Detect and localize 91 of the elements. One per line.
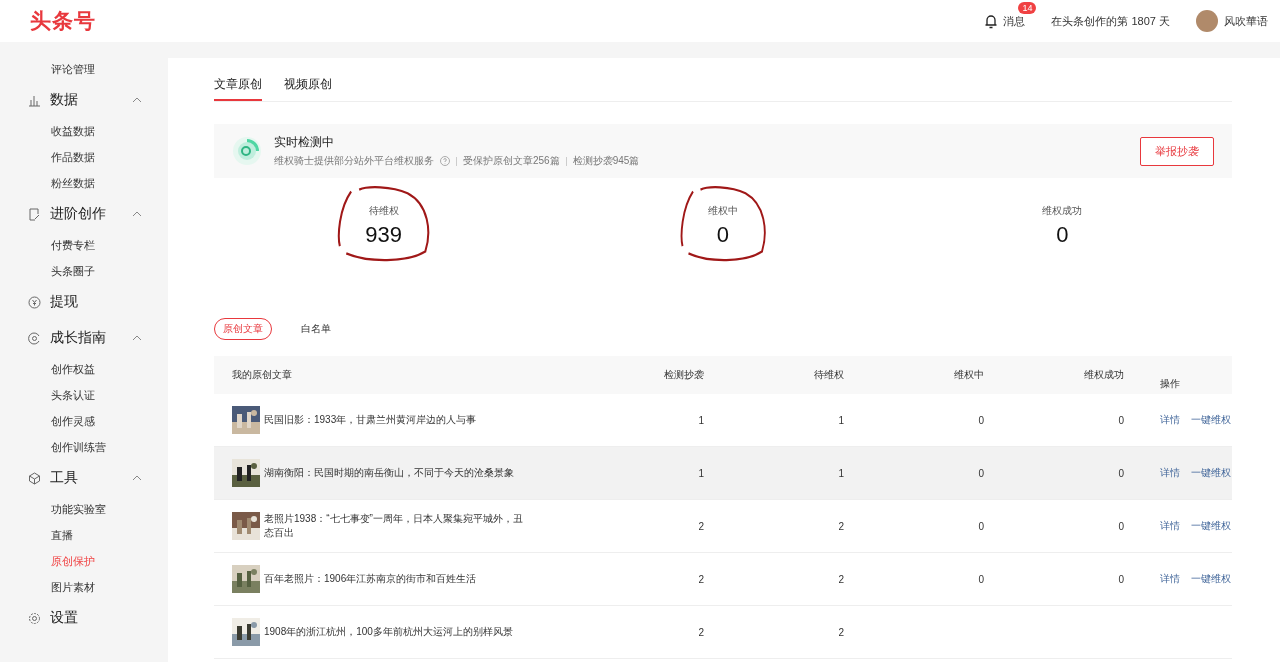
nav-item[interactable]: 功能实验室 — [28, 496, 168, 522]
edit-icon — [28, 207, 41, 221]
article-title[interactable]: 湖南衡阳：民国时期的南岳衡山，不同于今天的沧桑景象 — [264, 466, 514, 480]
table-cell-text: 2 — [837, 626, 844, 638]
table-cell-text: 2 — [837, 520, 844, 532]
service-text: 维权骑士提供部分站外平台维权服务 — [274, 154, 434, 168]
nav-group-title[interactable]: 工具 — [50, 469, 78, 487]
nav-item[interactable]: 粉丝数据 — [28, 170, 168, 196]
username[interactable]: 风吹華语 — [1224, 13, 1268, 29]
action-link[interactable]: 一键维权 — [1191, 572, 1231, 586]
stat-value: 0 — [1056, 222, 1069, 248]
tab[interactable]: 视频原创 — [284, 76, 332, 101]
nav-group-title[interactable]: 设置 — [50, 609, 78, 627]
article-title[interactable]: 老照片1938：“七七事变”一周年，日本人聚集宛平城外，丑态百出 — [264, 512, 532, 540]
column-header: 待维权 — [813, 368, 844, 382]
nav-item[interactable]: 头条圈子 — [28, 258, 168, 284]
nav-item[interactable]: 图片素材 — [28, 574, 168, 600]
stat-label: 维权成功 — [1042, 204, 1083, 218]
column-header: 操作 — [1159, 377, 1181, 391]
table-cell-text: 1 — [837, 467, 844, 479]
nav-item[interactable]: 创作训练营 — [28, 434, 168, 460]
tab[interactable]: 文章原创 — [214, 76, 262, 101]
chevron-up-icon[interactable] — [132, 97, 142, 103]
table-cell-text: 1 — [837, 414, 844, 426]
creation-days: 在头条创作的第 1807 天 — [1051, 13, 1170, 29]
nav-item[interactable]: 头条认证 — [28, 382, 168, 408]
action-link[interactable]: 详情 — [1160, 413, 1180, 427]
bar-chart-icon — [28, 93, 41, 107]
notification-badge: 14 — [1018, 1, 1037, 14]
column-header: 维权中 — [953, 368, 984, 382]
article-title[interactable]: 1908年的浙江杭州，100多年前杭州大运河上的别样风景 — [264, 625, 513, 639]
table-cell-text: 0 — [1117, 520, 1124, 532]
help-icon[interactable] — [440, 156, 450, 166]
nav-group-title[interactable]: 成长指南 — [50, 329, 106, 347]
table-cell-text: 2 — [697, 573, 704, 585]
radar-icon — [232, 136, 262, 166]
avatar[interactable] — [1196, 10, 1218, 32]
compass-icon — [28, 331, 41, 345]
nav-item[interactable]: 评论管理 — [28, 56, 168, 82]
nav-item[interactable]: 创作灵感 — [28, 408, 168, 434]
cube-icon — [28, 471, 41, 485]
table-cell-text: 0 — [977, 520, 984, 532]
nav-item[interactable]: 收益数据 — [28, 118, 168, 144]
table-cell-text: 1 — [697, 414, 704, 426]
coin-icon — [28, 295, 41, 309]
table-cell-text: 2 — [697, 520, 704, 532]
stat-value: 0 — [716, 222, 730, 248]
nav-item[interactable]: 付费专栏 — [28, 232, 168, 258]
table-cell-text: 0 — [977, 467, 984, 479]
table-cell-text: 0 — [1117, 573, 1124, 585]
filter-tab[interactable]: 白名单 — [292, 318, 340, 340]
settings-icon — [28, 611, 41, 625]
table-cell-text: 0 — [977, 573, 984, 585]
table-cell-text: 1 — [697, 467, 704, 479]
detected-count: 检测抄袭945篇 — [572, 154, 640, 168]
column-header: 检测抄袭 — [663, 368, 704, 382]
chevron-up-icon[interactable] — [132, 211, 142, 217]
article-title[interactable]: 百年老照片：1906年江苏南京的街市和百姓生活 — [264, 572, 477, 586]
stat-label: 待维权 — [368, 204, 399, 218]
nav-item[interactable]: 创作权益 — [28, 356, 168, 382]
messages-link[interactable]: 消息 — [1003, 13, 1026, 29]
action-link[interactable]: 详情 — [1160, 519, 1180, 533]
action-link[interactable]: 详情 — [1160, 572, 1180, 586]
table-cell-text: 0 — [977, 414, 984, 426]
action-link[interactable]: 一键维权 — [1191, 466, 1231, 480]
report-button[interactable]: 举报抄袭 — [1140, 136, 1214, 166]
table-cell-text: 2 — [697, 626, 704, 638]
action-link[interactable]: 一键维权 — [1191, 519, 1231, 533]
nav-item[interactable]: 原创保护 — [28, 548, 168, 574]
nav-group-title[interactable]: 进阶创作 — [50, 205, 106, 223]
action-link[interactable]: 一键维权 — [1191, 413, 1231, 427]
article-title[interactable]: 民国旧影：1933年，甘肃兰州黄河岸边的人与事 — [264, 413, 477, 427]
protected-count: 受保护原创文章256篇 — [463, 154, 560, 168]
nav-group-title[interactable]: 提现 — [50, 293, 78, 311]
bell-icon[interactable] — [984, 13, 999, 29]
nav-item[interactable]: 作品数据 — [28, 144, 168, 170]
column-header: 我的原创文章 — [232, 368, 293, 382]
stat-value: 939 — [365, 222, 402, 248]
table-row[interactable]: 湖南衡阳：民国时期的南岳衡山，不同于今天的沧桑景象 1 1 0 0 详情 一键维权 — [214, 447, 1232, 500]
column-header: 维权成功 — [1083, 368, 1124, 382]
nav-item[interactable]: 直播 — [28, 522, 168, 548]
table-cell-text: 0 — [1117, 414, 1124, 426]
action-link[interactable]: 详情 — [1160, 466, 1180, 480]
chevron-up-icon[interactable] — [132, 475, 142, 481]
monitor-title: 实时检测中 — [274, 134, 335, 151]
stat-label: 维权中 — [708, 204, 738, 218]
table-cell-text: 0 — [1117, 467, 1124, 479]
logo[interactable]: 头条号 — [30, 7, 96, 35]
chevron-up-icon[interactable] — [132, 335, 142, 341]
table-cell-text: 2 — [837, 573, 844, 585]
nav-group-title[interactable]: 数据 — [50, 91, 78, 109]
